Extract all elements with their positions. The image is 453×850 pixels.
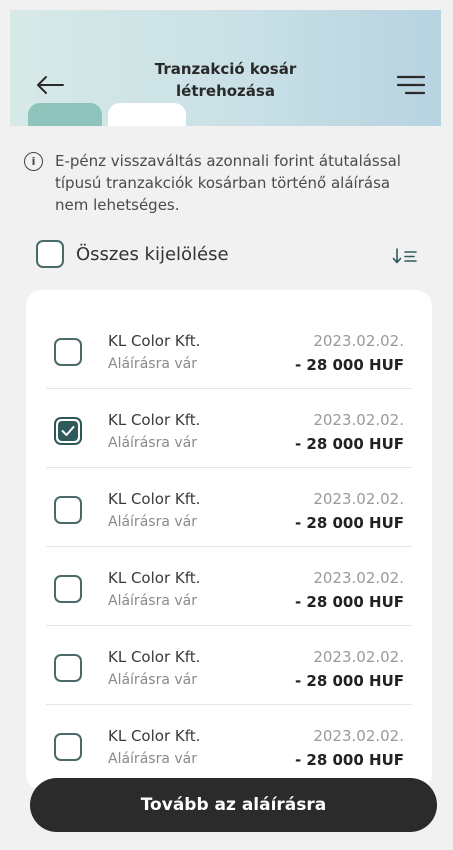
transaction-date: 2023.02.02. bbox=[313, 490, 404, 508]
transaction-row[interactable]: KL Color Kft. Aláírásra vár 2023.02.02. - 2… bbox=[26, 705, 432, 784]
page-title: Tranzakció kosár létrehozása bbox=[110, 58, 341, 102]
transaction-checkbox[interactable] bbox=[54, 417, 82, 445]
sort-icon bbox=[392, 248, 417, 264]
hamburger-menu-icon bbox=[396, 75, 426, 95]
transaction-amount: - 28 000 HUF bbox=[294, 672, 404, 690]
transaction-row[interactable]: KL Color Kft. Aláírásra vár 2023.02.02. - 2… bbox=[26, 310, 432, 389]
transaction-row[interactable]: KL Color Kft. Aláírásra vár 2023.02.02. - 2… bbox=[26, 547, 432, 626]
transaction-date: 2023.02.02. bbox=[313, 569, 404, 587]
select-all-toggle[interactable]: Összes kijelölése bbox=[36, 240, 229, 268]
transaction-checkbox[interactable] bbox=[54, 654, 82, 682]
transaction-amount: - 28 000 HUF bbox=[294, 435, 404, 453]
transaction-date: 2023.02.02. bbox=[313, 332, 404, 350]
checkmark-icon bbox=[61, 426, 75, 436]
transaction-amount: - 28 000 HUF bbox=[294, 751, 404, 769]
tab-inactive[interactable] bbox=[108, 103, 186, 127]
transaction-status: Aláírásra vár bbox=[108, 593, 197, 609]
transaction-date: 2023.02.02. bbox=[313, 411, 404, 429]
transaction-status: Aláírásra vár bbox=[108, 672, 197, 688]
payee-name: KL Color Kft. bbox=[108, 569, 201, 587]
payee-name: KL Color Kft. bbox=[108, 411, 201, 429]
arrow-left-icon bbox=[37, 76, 64, 94]
transaction-amount: - 28 000 HUF bbox=[294, 356, 404, 374]
page-title-line2: létrehozása bbox=[176, 82, 275, 100]
transaction-checkbox[interactable] bbox=[54, 338, 82, 366]
transaction-status: Aláírásra vár bbox=[108, 514, 197, 530]
transaction-status: Aláírásra vár bbox=[108, 356, 197, 372]
back-button[interactable] bbox=[32, 70, 68, 100]
transaction-date: 2023.02.02. bbox=[313, 727, 404, 745]
transaction-amount: - 28 000 HUF bbox=[294, 593, 404, 611]
tab-active[interactable] bbox=[28, 103, 102, 127]
payee-name: KL Color Kft. bbox=[108, 727, 201, 745]
info-text: E-pénz visszaváltás azonnali forint átut… bbox=[55, 152, 401, 214]
info-notice: i E-pénz visszaváltás azonnali forint át… bbox=[24, 150, 404, 216]
payee-name: KL Color Kft. bbox=[108, 332, 201, 350]
payee-name: KL Color Kft. bbox=[108, 648, 201, 666]
transaction-date: 2023.02.02. bbox=[313, 648, 404, 666]
transaction-status: Aláírásra vár bbox=[108, 751, 197, 767]
select-all-checkbox[interactable] bbox=[36, 240, 64, 268]
payee-name: KL Color Kft. bbox=[108, 490, 201, 508]
transaction-row[interactable]: KL Color Kft. Aláírásra vár 2023.02.02. - 2… bbox=[26, 468, 432, 547]
page-title-line1: Tranzakció kosár bbox=[154, 60, 297, 78]
transaction-checkbox[interactable] bbox=[54, 496, 82, 524]
continue-to-signing-button[interactable]: Tovább az aláírásra bbox=[30, 778, 437, 832]
transaction-checkbox[interactable] bbox=[54, 575, 82, 603]
sort-button[interactable] bbox=[388, 244, 422, 268]
transaction-row[interactable]: KL Color Kft. Aláírásra vár 2023.02.02. - 2… bbox=[26, 626, 432, 705]
transaction-list: KL Color Kft. Aláírásra vár 2023.02.02. - 2… bbox=[26, 290, 432, 790]
transaction-status: Aláírásra vár bbox=[108, 435, 197, 451]
info-icon: i bbox=[24, 152, 43, 171]
select-all-label: Összes kijelölése bbox=[76, 243, 229, 265]
menu-button[interactable] bbox=[392, 70, 430, 100]
transaction-amount: - 28 000 HUF bbox=[294, 514, 404, 532]
transaction-row[interactable]: KL Color Kft. Aláírásra vár 2023.02.02. - 2… bbox=[26, 389, 432, 468]
transaction-checkbox[interactable] bbox=[54, 733, 82, 761]
